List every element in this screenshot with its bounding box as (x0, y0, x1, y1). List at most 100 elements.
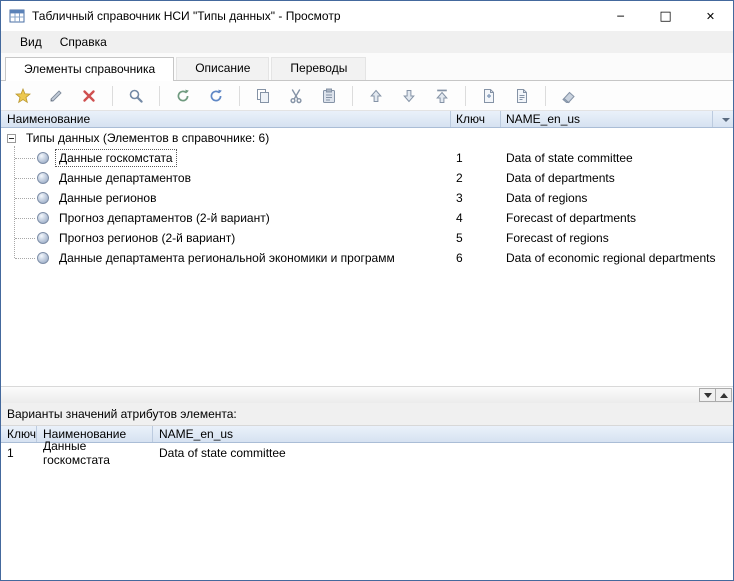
element-icon (37, 192, 49, 204)
import-button[interactable] (475, 84, 503, 108)
toolbar-separator (239, 86, 240, 106)
attr-row[interactable]: 1 Данные госкомстата Data of state commi… (1, 443, 733, 462)
collapse-expander-icon[interactable] (7, 134, 16, 143)
toolbar-separator (159, 86, 160, 106)
refresh-all-icon (175, 88, 191, 104)
toolbar-separator (545, 86, 546, 106)
item-name[interactable]: Прогноз регионов (2-й вариант) (55, 229, 239, 247)
item-key: 6 (456, 251, 463, 265)
tree-row[interactable]: Данные госкомстата 1 Data of state commi… (1, 148, 733, 168)
copy-icon (255, 88, 271, 104)
root-label[interactable]: Типы данных (Элементов в справочнике: 6) (22, 129, 273, 147)
edit-item-button[interactable] (42, 84, 70, 108)
elements-tree[interactable]: Типы данных (Элементов в справочнике: 6)… (1, 128, 733, 386)
attributes-panel-label: Варианты значений атрибутов элемента: (1, 403, 733, 426)
item-key: 4 (456, 211, 463, 225)
minimize-button[interactable]: ─ (598, 1, 643, 31)
move-up-icon (368, 88, 384, 104)
attr-name: Данные госкомстата (37, 439, 153, 467)
attr-column-key[interactable]: Ключ (1, 426, 37, 442)
item-name-en: Data of departments (506, 171, 615, 185)
delete-item-icon (81, 88, 97, 104)
element-icon (37, 212, 49, 224)
chevron-down-icon (722, 118, 730, 122)
move-top-icon (434, 88, 450, 104)
search-button[interactable] (122, 84, 150, 108)
item-name[interactable]: Данные департаментов (55, 169, 195, 187)
tab-translations[interactable]: Переводы (271, 57, 366, 80)
attr-name-en: Data of state committee (153, 446, 733, 460)
copy-button[interactable] (249, 84, 277, 108)
import-icon (481, 88, 497, 104)
horizontal-splitter[interactable] (1, 386, 733, 403)
paste-icon (321, 88, 337, 104)
tree-row[interactable]: Прогноз департаментов (2-й вариант) 4 Fo… (1, 208, 733, 228)
item-name-en: Forecast of departments (506, 211, 636, 225)
move-down-icon (401, 88, 417, 104)
cut-icon (288, 88, 304, 104)
item-name[interactable]: Данные регионов (55, 189, 160, 207)
column-header-key[interactable]: Ключ (451, 111, 501, 127)
paste-button[interactable] (315, 84, 343, 108)
toolbar-separator (465, 86, 466, 106)
item-name[interactable]: Данные департамента региональной экономи… (55, 249, 399, 267)
refresh-button[interactable] (202, 84, 230, 108)
cut-button[interactable] (282, 84, 310, 108)
triangle-down-icon (704, 393, 712, 398)
menu-view[interactable]: Вид (11, 33, 51, 51)
delete-item-button[interactable] (75, 84, 103, 108)
element-icon (37, 152, 49, 164)
search-icon (128, 88, 144, 104)
menu-help[interactable]: Справка (51, 33, 116, 51)
clear-button[interactable] (555, 84, 583, 108)
toolbar-separator (352, 86, 353, 106)
grid-header: Наименование Ключ NAME_en_us (1, 111, 733, 128)
add-item-icon (15, 88, 31, 104)
tab-description[interactable]: Описание (176, 57, 269, 80)
column-chooser-button[interactable] (713, 111, 733, 127)
element-icon (37, 172, 49, 184)
element-icon (37, 252, 49, 264)
column-header-name-en[interactable]: NAME_en_us (501, 111, 713, 127)
item-name-en: Data of economic regional departments (506, 251, 715, 265)
tree-row[interactable]: Данные департамента региональной экономи… (1, 248, 733, 268)
element-icon (37, 232, 49, 244)
window-title: Табличный справочник НСИ "Типы данных" -… (32, 9, 598, 23)
move-down-button[interactable] (395, 84, 423, 108)
window-controls: ─ □ ✕ (598, 1, 733, 31)
item-key: 5 (456, 231, 463, 245)
tree-row[interactable]: Данные регионов 3 Data of regions (1, 188, 733, 208)
column-header-name[interactable]: Наименование (1, 111, 451, 127)
expand-panel-button[interactable] (715, 388, 732, 402)
item-name[interactable]: Данные госкомстата (55, 149, 177, 167)
attr-key: 1 (1, 446, 37, 460)
attributes-grid[interactable]: 1 Данные госкомстата Data of state commi… (1, 443, 733, 580)
maximize-button[interactable]: □ (643, 1, 688, 31)
tree-root-row[interactable]: Типы данных (Элементов в справочнике: 6) (1, 128, 733, 148)
add-item-button[interactable] (9, 84, 37, 108)
export-button[interactable] (508, 84, 536, 108)
move-up-button[interactable] (362, 84, 390, 108)
item-key: 2 (456, 171, 463, 185)
collapse-panel-button[interactable] (699, 388, 716, 402)
item-key: 3 (456, 191, 463, 205)
tab-elements[interactable]: Элементы справочника (5, 57, 174, 81)
item-name-en: Data of state committee (506, 151, 633, 165)
move-top-button[interactable] (428, 84, 456, 108)
menu-bar: Вид Справка (1, 31, 733, 53)
item-key: 1 (456, 151, 463, 165)
tree-row[interactable]: Данные департаментов 2 Data of departmen… (1, 168, 733, 188)
item-name-en: Forecast of regions (506, 231, 609, 245)
triangle-up-icon (720, 393, 728, 398)
toolbar-separator (112, 86, 113, 106)
export-icon (514, 88, 530, 104)
close-button[interactable]: ✕ (688, 1, 733, 31)
clear-icon (561, 88, 577, 104)
tree-row[interactable]: Прогноз регионов (2-й вариант) 5 Forecas… (1, 228, 733, 248)
item-name-en: Data of regions (506, 191, 587, 205)
toolbar (1, 81, 733, 111)
attr-column-name-en[interactable]: NAME_en_us (153, 426, 733, 442)
refresh-all-button[interactable] (169, 84, 197, 108)
item-name[interactable]: Прогноз департаментов (2-й вариант) (55, 209, 274, 227)
app-window: Табличный справочник НСИ "Типы данных" -… (0, 0, 734, 581)
